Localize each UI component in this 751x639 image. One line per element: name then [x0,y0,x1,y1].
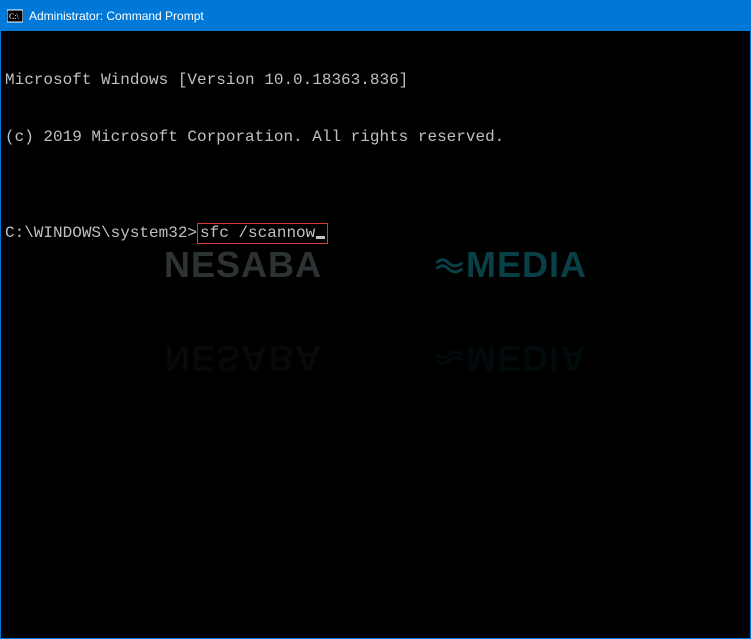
watermark-part2: MEDIA [466,255,587,274]
watermark-part1: NESABA [164,255,322,274]
svg-text:C:\: C:\ [9,12,20,21]
cursor [316,236,325,239]
prompt-line: C:\WINDOWS\system32>sfc /scannow [5,223,746,244]
command-highlight: sfc /scannow [197,223,328,244]
version-line: Microsoft Windows [Version 10.0.18363.83… [5,71,746,90]
terminal-area[interactable]: Microsoft Windows [Version 10.0.18363.83… [1,31,750,638]
cmd-icon: C:\ [7,8,23,24]
prompt-path: C:\WINDOWS\system32> [5,224,197,243]
titlebar[interactable]: C:\ Administrator: Command Prompt [1,1,750,31]
typed-command: sfc /scannow [200,224,315,242]
window-title: Administrator: Command Prompt [29,1,204,31]
command-prompt-window: C:\ Administrator: Command Prompt Micros… [0,0,751,639]
copyright-line: (c) 2019 Microsoft Corporation. All righ… [5,128,746,147]
